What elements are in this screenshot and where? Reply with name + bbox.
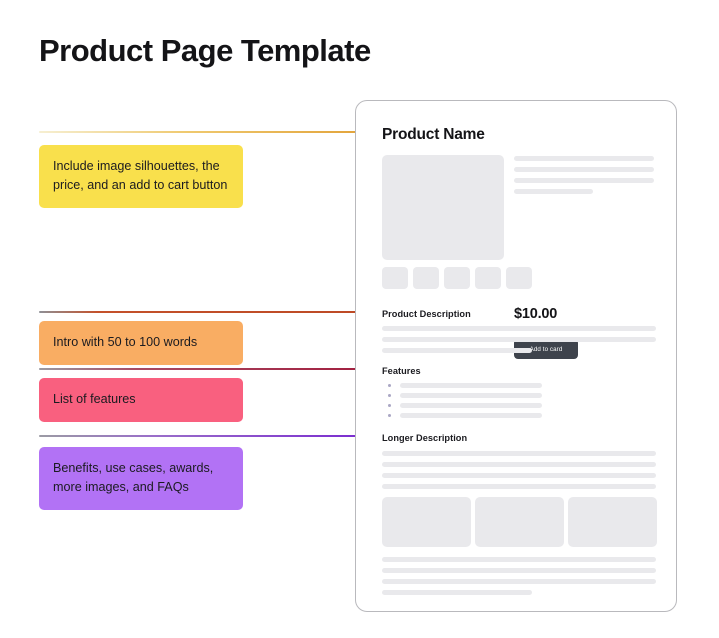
product-card: Product Name $10.00 Add to card Product …: [355, 100, 677, 612]
longer-description-skeleton-line: [382, 484, 656, 489]
longer-description-skeleton-line: [382, 568, 656, 573]
product-thumbnail[interactable]: [475, 267, 501, 289]
features-heading: Features: [382, 366, 421, 376]
gallery-image-placeholder[interactable]: [568, 497, 657, 547]
product-hero-image-placeholder[interactable]: [382, 155, 504, 260]
page-title: Product Page Template: [39, 33, 371, 68]
feature-bullet-icon: [388, 384, 391, 387]
product-thumbnail[interactable]: [382, 267, 408, 289]
note-benefits-text: Benefits, use cases, awards, more images…: [53, 461, 214, 494]
product-description-skeleton-line: [382, 326, 656, 331]
longer-description-skeleton-line: [382, 557, 656, 562]
product-thumbnail[interactable]: [506, 267, 532, 289]
note-images-price-cart-text: Include image silhouettes, the price, an…: [53, 159, 228, 192]
product-thumbnail[interactable]: [444, 267, 470, 289]
feature-bullet-icon: [388, 394, 391, 397]
product-summary-skeleton-line: [514, 189, 593, 194]
note-features-text: List of features: [53, 392, 136, 406]
product-description-skeleton-line: [382, 337, 656, 342]
longer-description-heading: Longer Description: [382, 433, 468, 443]
longer-description-skeleton-line: [382, 473, 656, 478]
feature-skeleton-line: [400, 383, 542, 388]
product-description-skeleton-line: [382, 348, 532, 353]
note-intro[interactable]: Intro with 50 to 100 words: [39, 321, 243, 365]
connector-line-features: [39, 368, 366, 370]
note-features[interactable]: List of features: [39, 378, 243, 422]
connector-line-images-price-cart: [39, 131, 366, 133]
feature-bullet-icon: [388, 414, 391, 417]
product-thumbnail[interactable]: [413, 267, 439, 289]
feature-skeleton-line: [400, 403, 542, 408]
longer-description-skeleton-line: [382, 462, 656, 467]
feature-skeleton-line: [400, 413, 542, 418]
feature-bullet-icon: [388, 404, 391, 407]
longer-description-skeleton-line: [382, 451, 656, 456]
product-summary-skeleton-line: [514, 156, 654, 161]
longer-description-skeleton-line: [382, 590, 532, 595]
product-summary-skeleton-line: [514, 178, 654, 183]
gallery-image-placeholder[interactable]: [382, 497, 471, 547]
longer-description-skeleton-line: [382, 579, 656, 584]
connector-line-intro: [39, 311, 366, 313]
product-description-heading: Product Description: [382, 309, 471, 319]
product-summary-skeleton-line: [514, 167, 654, 172]
note-images-price-cart[interactable]: Include image silhouettes, the price, an…: [39, 145, 243, 208]
product-price: $10.00: [514, 306, 558, 322]
connector-line-benefits: [39, 435, 366, 437]
note-benefits[interactable]: Benefits, use cases, awards, more images…: [39, 447, 243, 510]
feature-skeleton-line: [400, 393, 542, 398]
product-name-heading: Product Name: [382, 126, 485, 143]
note-intro-text: Intro with 50 to 100 words: [53, 335, 198, 349]
gallery-image-placeholder[interactable]: [475, 497, 564, 547]
